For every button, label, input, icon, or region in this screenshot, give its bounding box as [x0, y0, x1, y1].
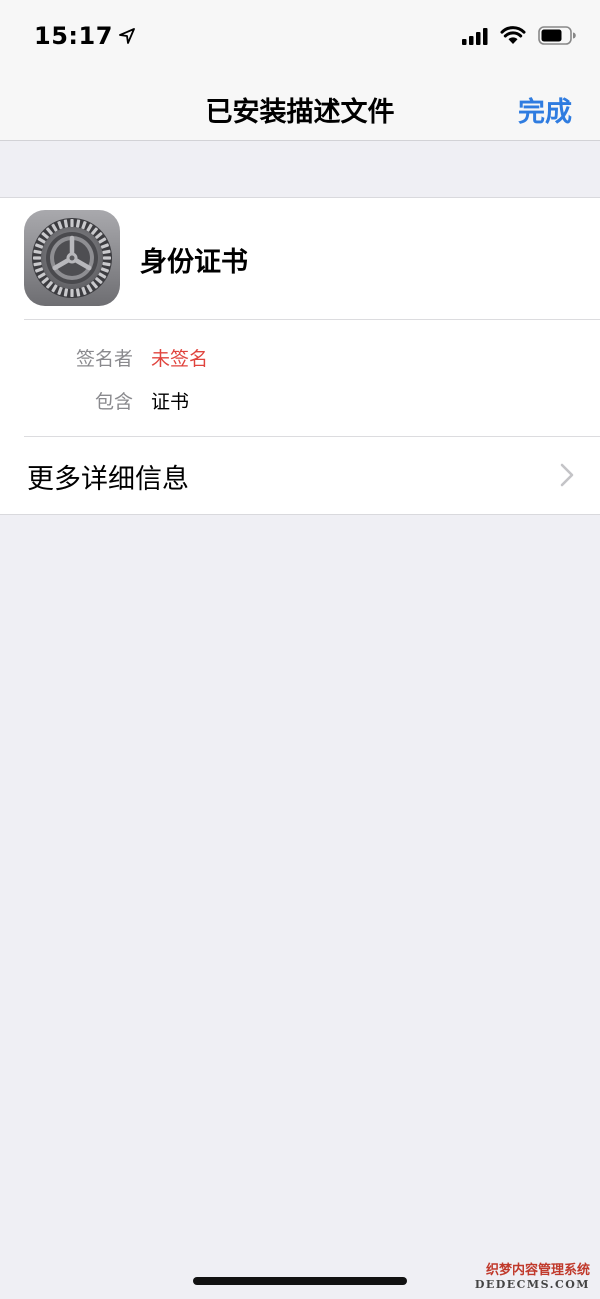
- profile-name: 身份证书: [140, 247, 248, 278]
- status-time-group: 15:17: [34, 22, 135, 50]
- signer-value: 未签名: [151, 348, 209, 370]
- signal-icon: [462, 27, 488, 45]
- detail-row-signer: 签名者 未签名: [0, 336, 600, 379]
- watermark: 织梦内容管理系统 DEDECMS.COM: [470, 1259, 590, 1291]
- done-button[interactable]: 完成: [518, 90, 572, 129]
- profile-header: 身份证书: [0, 198, 600, 319]
- contains-label: 包含: [94, 391, 133, 413]
- more-details-label: 更多详细信息: [27, 464, 189, 495]
- battery-icon: [538, 26, 576, 45]
- page-title: 已安装描述文件: [205, 97, 395, 128]
- more-details-row[interactable]: 更多详细信息: [0, 437, 600, 514]
- status-bar: 15:17: [0, 0, 600, 80]
- status-icons: [462, 26, 576, 45]
- watermark-cn: 织梦内容管理系统: [485, 1263, 590, 1278]
- signer-label: 签名者: [75, 348, 133, 370]
- contains-value: 证书: [151, 391, 190, 413]
- watermark-en: DEDECMS.COM: [474, 1278, 590, 1291]
- profile-card: 身份证书 签名者 未签名 包含 证书 更多详细信息: [0, 197, 600, 515]
- location-arrow-icon: [119, 28, 135, 44]
- wifi-icon: [500, 26, 526, 44]
- navigation-bar: 已安装描述文件 完成: [0, 80, 600, 141]
- detail-row-contains: 包含 证书: [0, 379, 600, 422]
- chevron-right-icon: [560, 463, 574, 487]
- status-time: 15:17: [34, 22, 113, 50]
- settings-gear-icon: [24, 210, 120, 306]
- home-indicator[interactable]: [193, 1277, 407, 1285]
- profile-details: 签名者 未签名 包含 证书: [0, 320, 600, 436]
